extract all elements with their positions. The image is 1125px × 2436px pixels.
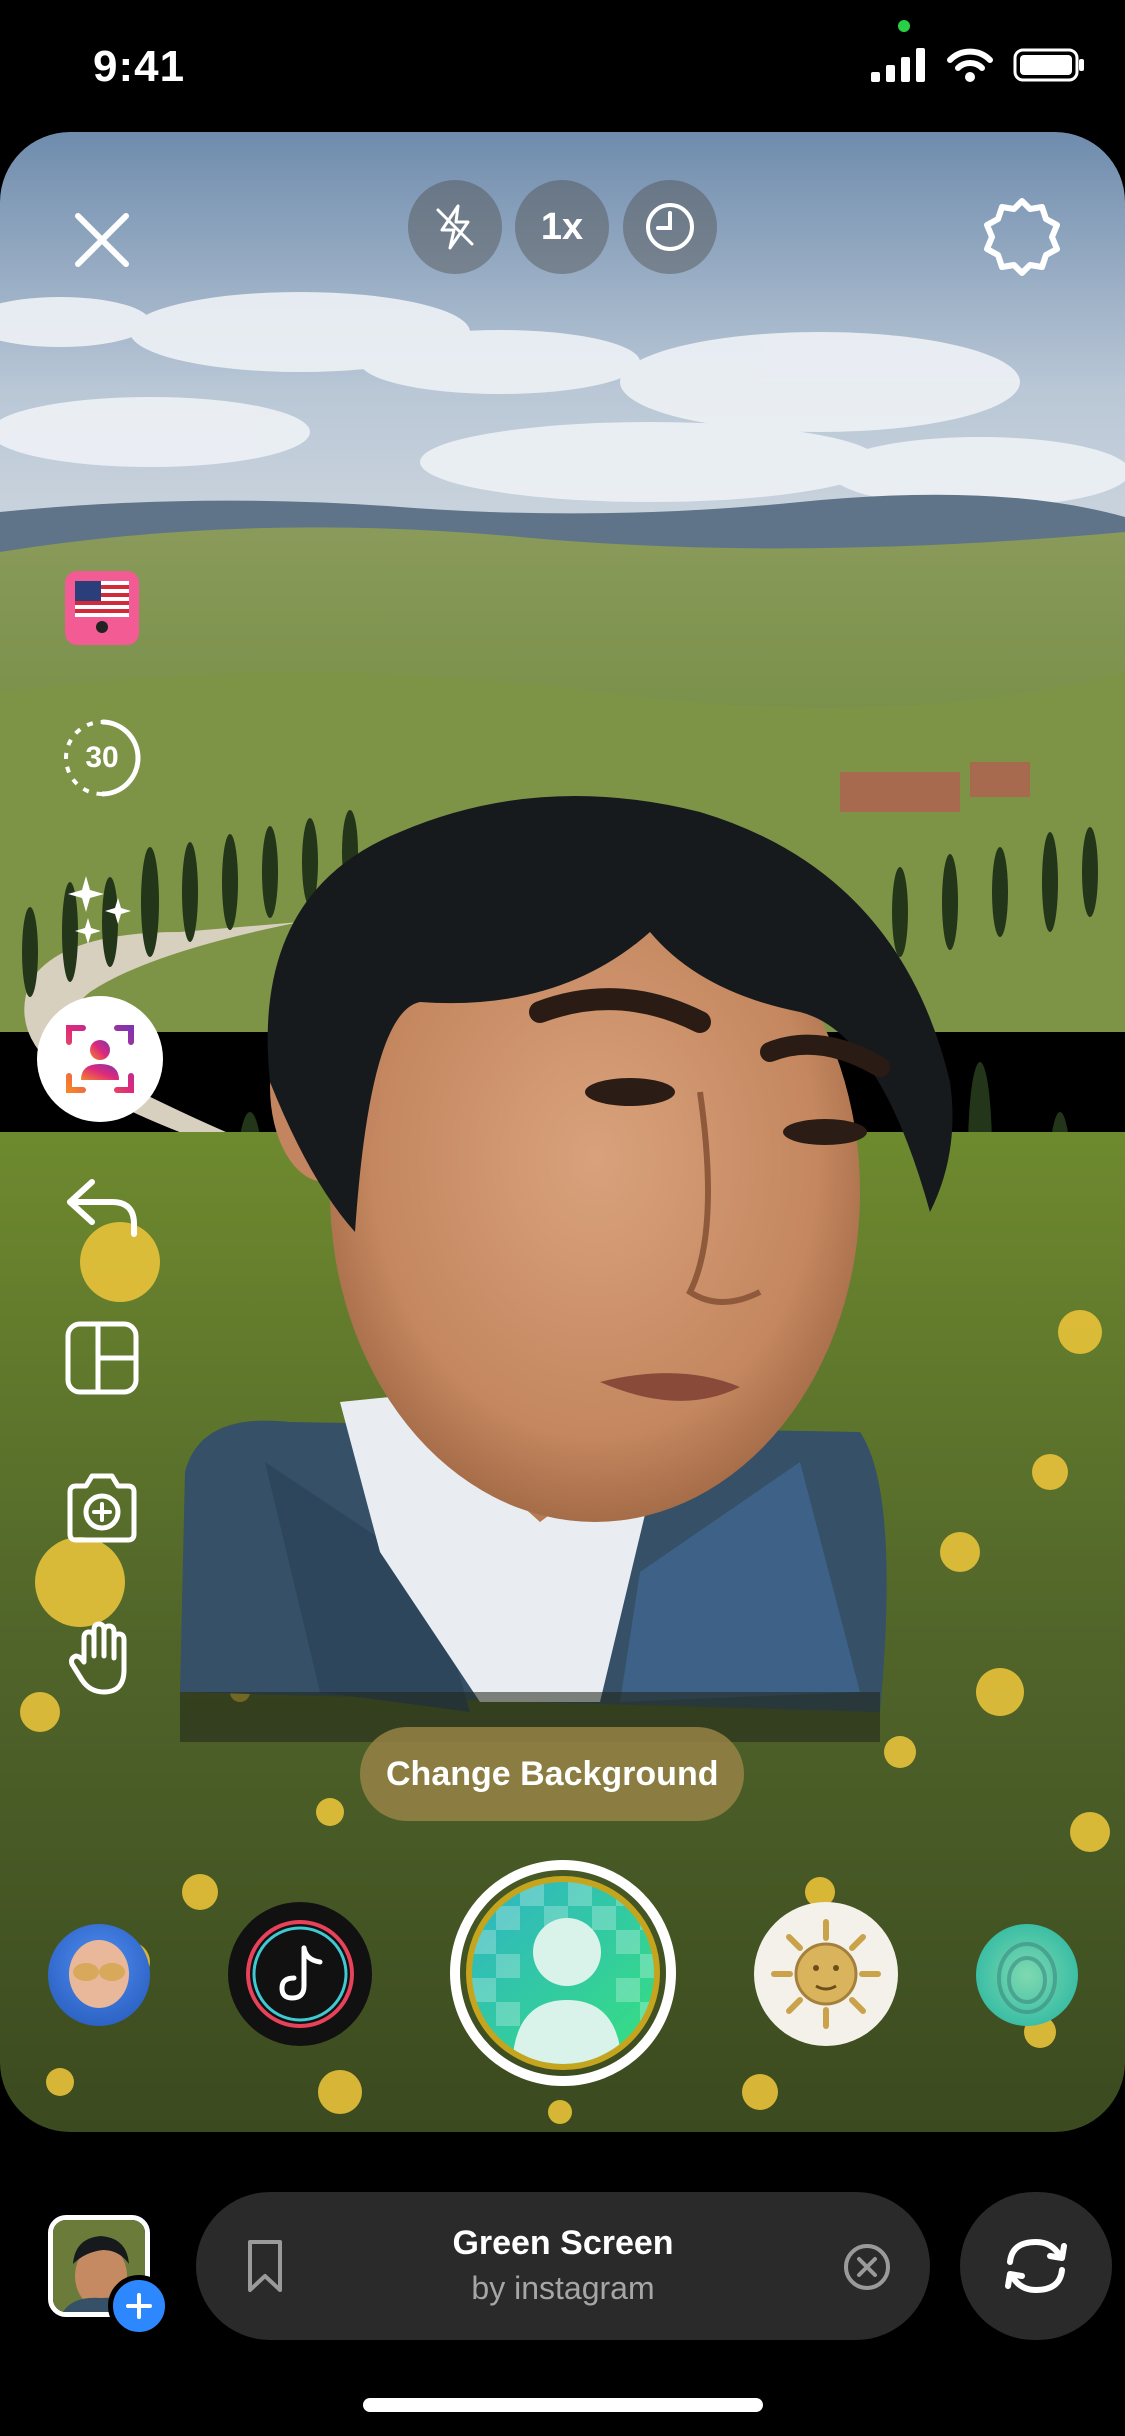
status-bar: 9:41 xyxy=(0,0,1125,135)
flash-off-icon xyxy=(436,204,474,250)
effect-sun[interactable] xyxy=(754,1902,898,2046)
capture-button[interactable] xyxy=(450,1860,676,2086)
flip-camera-button[interactable] xyxy=(960,2192,1112,2340)
add-photo-button[interactable] xyxy=(62,1468,142,1548)
change-background-button[interactable]: Change Background xyxy=(360,1727,745,1821)
undo-icon xyxy=(67,1179,137,1237)
flip-camera-icon xyxy=(1005,2238,1067,2294)
undo-button[interactable] xyxy=(62,1168,142,1248)
countdown-label: 30 xyxy=(85,741,119,774)
effects-sparkle-button[interactable] xyxy=(62,868,142,948)
green-screen-effect-preview xyxy=(466,1876,660,2070)
close-button[interactable] xyxy=(62,200,142,280)
add-to-story-badge[interactable] xyxy=(108,2275,170,2337)
effect-sunglasses[interactable] xyxy=(48,1924,150,2026)
status-icons xyxy=(871,48,1085,82)
layout-button[interactable] xyxy=(62,1318,142,1398)
green-screen-toggle[interactable] xyxy=(37,996,163,1122)
signal-icon xyxy=(871,48,925,82)
camera-viewport[interactable] xyxy=(0,132,1125,2132)
effect-author: by instagram xyxy=(471,2270,655,2306)
aura-effect-icon xyxy=(997,1942,1057,2014)
zoom-label: 1x xyxy=(540,205,584,248)
effect-aura[interactable] xyxy=(976,1924,1078,2026)
add-photo-icon xyxy=(67,1473,137,1543)
sparkles-icon xyxy=(68,876,131,944)
sun-effect-icon xyxy=(771,1919,881,2029)
sunglasses-effect-icon xyxy=(69,1940,129,2008)
wifi-icon xyxy=(947,48,993,82)
countdown-button[interactable]: 30 xyxy=(62,718,142,798)
camera-preview-scene xyxy=(0,132,1125,2132)
battery-icon xyxy=(1013,48,1084,82)
tiktok-effect-icon xyxy=(246,1920,354,2028)
settings-icon xyxy=(984,198,1060,276)
camera-in-use-dot xyxy=(898,20,910,32)
hands-free-button[interactable] xyxy=(62,1618,142,1698)
effect-info-pill[interactable]: Green Screen by instagram xyxy=(196,2192,930,2340)
settings-button[interactable] xyxy=(980,195,1064,279)
timer-button[interactable] xyxy=(623,180,717,274)
effect-name: Green Screen xyxy=(452,2224,674,2262)
status-time: 9:41 xyxy=(93,42,186,91)
flag-sticker-button[interactable] xyxy=(62,568,142,648)
zoom-button[interactable]: 1x xyxy=(515,180,609,274)
person-silhouette-icon xyxy=(472,1882,654,2064)
green-screen-icon xyxy=(66,1025,134,1093)
hands-free-icon xyxy=(69,1621,127,1695)
home-indicator[interactable] xyxy=(363,2398,763,2412)
flash-toggle-button[interactable] xyxy=(408,180,502,274)
plus-icon xyxy=(126,2293,152,2319)
layout-icon xyxy=(65,1321,139,1395)
flag-sticker-icon xyxy=(65,571,139,645)
clear-icon[interactable] xyxy=(842,2242,892,2292)
close-icon xyxy=(75,213,129,267)
effect-tiktok[interactable] xyxy=(228,1902,372,2046)
timer-icon xyxy=(646,203,694,251)
